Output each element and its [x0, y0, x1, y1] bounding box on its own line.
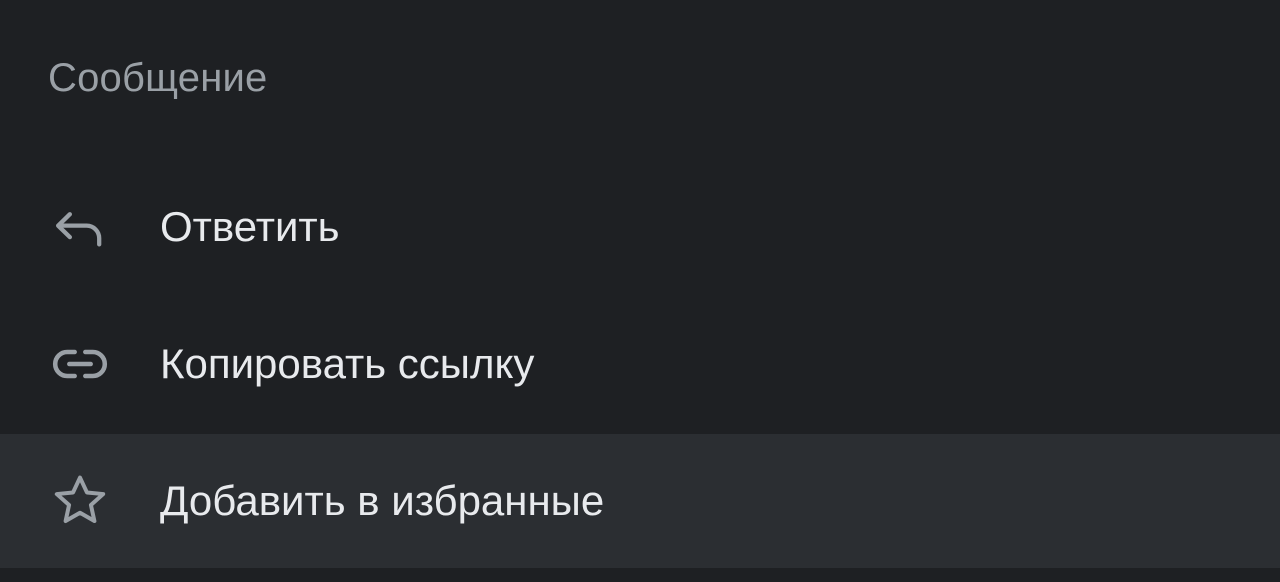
star-icon: [44, 465, 116, 537]
message-actions-sheet: Сообщение Ответить Копировать ссылку Доб…: [0, 0, 1280, 582]
sheet-title: Сообщение: [48, 56, 268, 100]
menu-item-add-favorite[interactable]: Добавить в избранные: [0, 434, 1280, 568]
menu-item-label: Добавить в избранные: [160, 477, 605, 524]
menu-item-reply[interactable]: Ответить: [0, 160, 1280, 294]
menu-item-label: Копировать ссылку: [160, 340, 535, 387]
sheet-bottom-edge: [0, 568, 1280, 582]
link-icon: [44, 328, 116, 400]
reply-icon: [44, 191, 116, 263]
menu-item-copy-link[interactable]: Копировать ссылку: [0, 297, 1280, 431]
menu-item-label: Ответить: [160, 203, 340, 250]
